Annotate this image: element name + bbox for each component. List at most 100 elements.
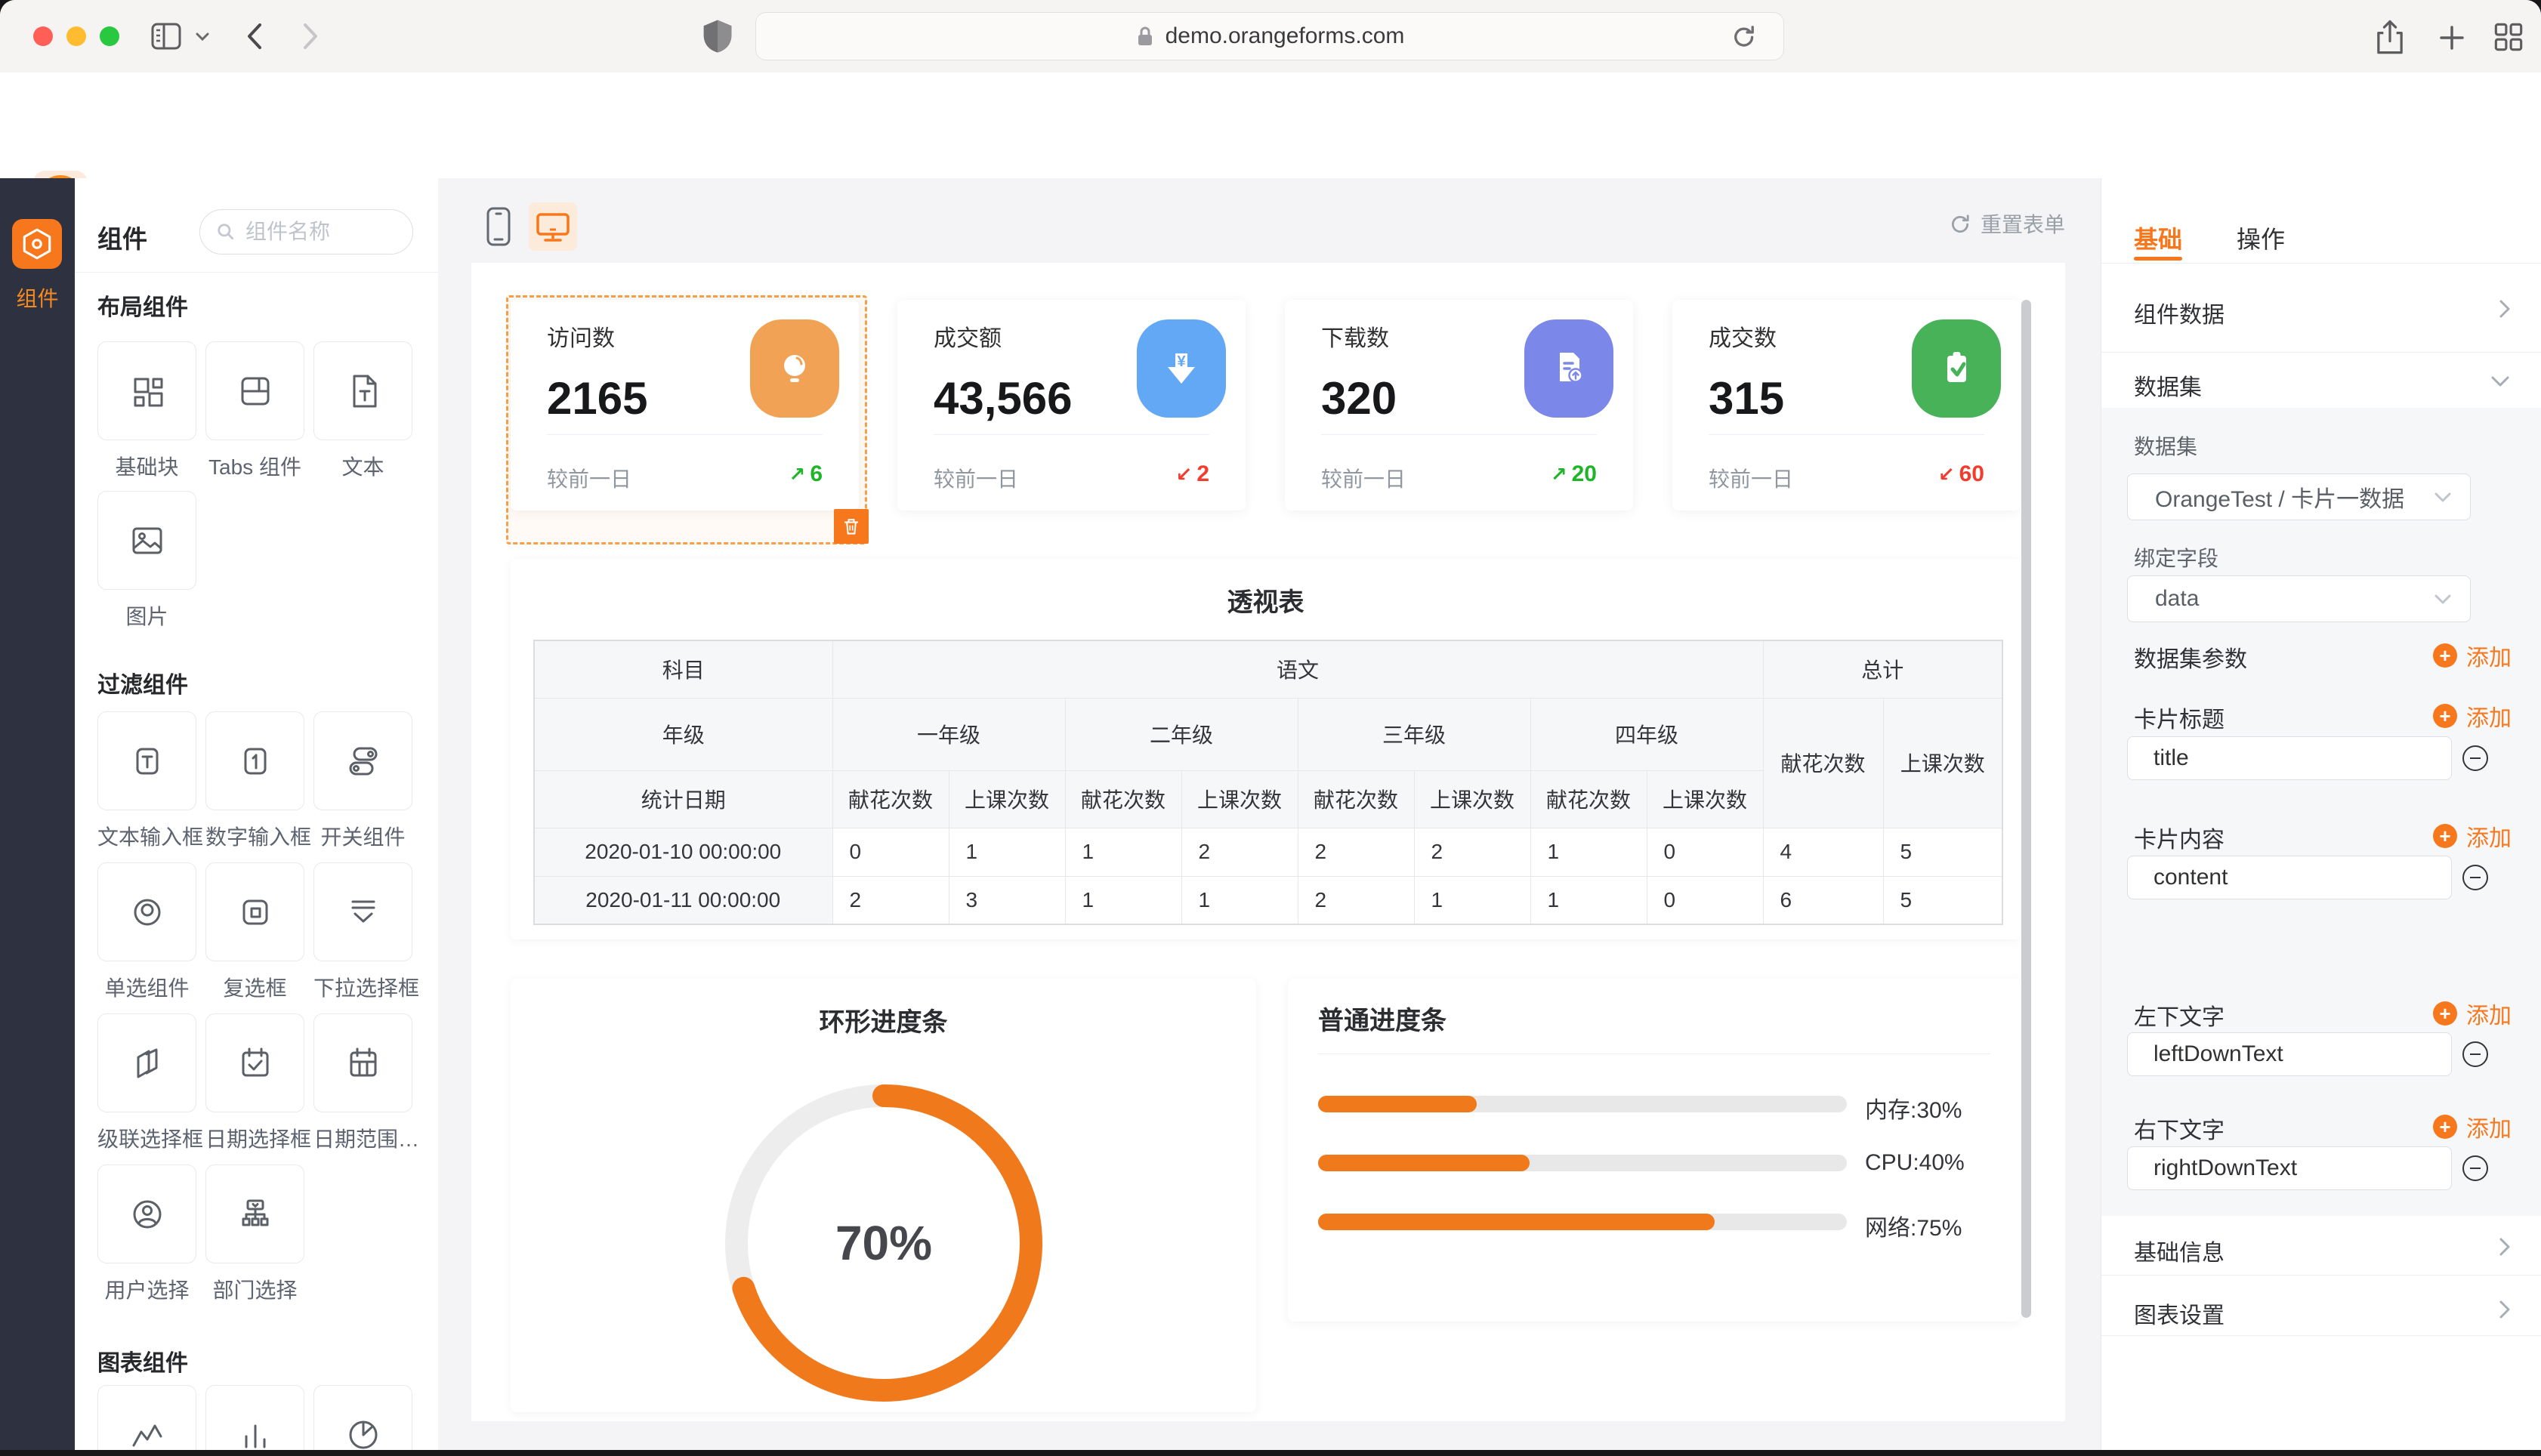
component-item-select[interactable]: 下拉选择框 (313, 862, 412, 1002)
card-content-input[interactable] (2127, 856, 2452, 899)
input-text-icon (126, 740, 168, 782)
reload-icon[interactable] (1730, 23, 1757, 50)
svg-text:¥: ¥ (1177, 353, 1186, 370)
component-item-basic-block[interactable]: 基础块 (97, 341, 196, 481)
component-item-date-picker[interactable]: 日期选择框 (205, 1013, 304, 1153)
pivot-cell: 5 (1883, 828, 2002, 876)
pivot-cell: 1 (1181, 876, 1298, 924)
add-card-title-button[interactable]: + 添加 (2433, 699, 2512, 733)
back-icon[interactable] (243, 21, 266, 51)
pivot-header-cell: 统计日期 (534, 770, 832, 828)
desktop-preview-toggle[interactable] (529, 202, 577, 251)
remove-right-down-text-button[interactable] (2462, 1155, 2488, 1181)
forward-icon[interactable] (299, 21, 322, 51)
component-item-switch[interactable]: 开关组件 (313, 711, 412, 851)
tab-overview-icon[interactable] (2490, 18, 2527, 56)
bind-field-select[interactable]: data (2127, 575, 2471, 622)
share-icon[interactable] (2370, 17, 2410, 56)
component-item-dept-select[interactable]: 部门选择 (205, 1164, 304, 1304)
component-item-text[interactable]: 文本 (313, 341, 412, 481)
component-item-pie-chart[interactable] (313, 1385, 412, 1450)
stat-card-visits[interactable]: 访问数 2165 较前一日 ↗ 6 (511, 300, 859, 511)
left-down-text-input[interactable] (2127, 1032, 2452, 1076)
file-upload-icon (1524, 319, 1613, 418)
pivot-cell: 0 (1647, 828, 1763, 876)
progress-label: 网络:75% (1865, 1209, 1962, 1242)
progress-label: CPU:40% (1865, 1150, 1965, 1176)
component-item-text-input[interactable]: 文本输入框 (97, 711, 196, 851)
component-item-tabs[interactable]: Tabs 组件 (205, 341, 304, 481)
chevron-down-icon[interactable] (2489, 375, 2512, 388)
browser-chrome: demo.orangeforms.com (0, 0, 2541, 73)
right-down-text-label: 右下文字 (2134, 1112, 2225, 1145)
component-item-date-range[interactable]: 日期范围… (313, 1013, 412, 1153)
add-dataset-param-button[interactable]: + 添加 (2433, 639, 2512, 672)
plus-circle-icon: + (2433, 1115, 2457, 1139)
ring-progress-card[interactable]: 环形进度条 70% (511, 979, 1256, 1412)
add-card-content-button[interactable]: + 添加 (2433, 819, 2512, 853)
card-title-input[interactable] (2127, 736, 2452, 780)
add-right-down-text-button[interactable]: + 添加 (2433, 1110, 2512, 1143)
zoom-window-button[interactable] (100, 26, 119, 46)
rail-components-button[interactable] (12, 219, 62, 269)
divider (2101, 1335, 2541, 1336)
stat-card-turnover[interactable]: 成交额 43,566 ¥ 较前一日 ↙ 2 (897, 300, 1246, 511)
section-basic-info[interactable]: 基础信息 (2134, 1234, 2225, 1267)
component-item-line-chart[interactable] (97, 1385, 196, 1450)
chevron-down-icon[interactable] (195, 32, 210, 42)
search-icon (217, 223, 235, 241)
component-item-cascade[interactable]: 级联选择框 (97, 1013, 196, 1153)
component-item-user-select[interactable]: 用户选择 (97, 1164, 196, 1304)
delete-component-button[interactable] (834, 509, 869, 544)
form-sheet: 访问数 2165 较前一日 ↗ 6 (471, 263, 2065, 1421)
pivot-date-cell: 2020-01-11 00:00:00 (534, 876, 832, 924)
pivot-cell: 2 (1298, 828, 1414, 876)
new-tab-icon[interactable] (2434, 20, 2470, 56)
pivot-cell: 2 (1298, 876, 1414, 924)
component-item-image[interactable]: 图片 (97, 491, 196, 631)
component-search[interactable] (199, 209, 413, 254)
stat-card-deals[interactable]: 成交数 315 较前一日 ↙ 60 (1672, 300, 2021, 511)
chart-line-icon (126, 1414, 168, 1451)
mobile-preview-icon[interactable] (483, 207, 514, 246)
progress-bars-card[interactable]: 普通进度条 内存:30% CPU:40% 网络:75% (1288, 979, 2021, 1322)
reset-form-button[interactable]: 重置表单 (1949, 208, 2065, 239)
progress-fill (1318, 1096, 1477, 1112)
section-component-data[interactable]: 组件数据 (2134, 296, 2225, 329)
component-search-input[interactable] (244, 219, 398, 245)
dataset-select[interactable]: OrangeTest / 卡片一数据 (2127, 474, 2471, 520)
pivot-cell: 1 (1414, 876, 1530, 924)
url-bar[interactable]: demo.orangeforms.com (755, 12, 1784, 60)
remove-card-title-button[interactable] (2462, 745, 2488, 771)
canvas-scrollbar[interactable] (2021, 300, 2031, 1318)
component-item-number-input[interactable]: 数字输入框 (205, 711, 304, 851)
remove-left-down-text-button[interactable] (2462, 1041, 2488, 1067)
pivot-header-cell: 献花次数 (1530, 770, 1647, 828)
stat-card-downloads[interactable]: 下载数 320 较前一日 ↗ 20 (1285, 300, 1633, 511)
component-item-bar-chart[interactable] (205, 1385, 304, 1450)
section-label-filter: 过滤组件 (97, 666, 188, 699)
right-down-text-input[interactable] (2127, 1146, 2452, 1190)
close-window-button[interactable] (33, 26, 53, 46)
sidebar-toggle-icon[interactable] (150, 20, 186, 53)
privacy-shield-icon[interactable] (702, 19, 733, 54)
pivot-cell: 0 (1647, 876, 1763, 924)
progress-label: 内存:30% (1865, 1091, 1962, 1124)
pivot-cell: 3 (949, 876, 1065, 924)
remove-card-content-button[interactable] (2462, 865, 2488, 890)
add-left-down-text-button[interactable]: + 添加 (2433, 997, 2512, 1030)
chevron-right-icon[interactable] (2498, 1298, 2512, 1321)
chevron-right-icon[interactable] (2498, 1235, 2512, 1258)
section-chart-settings[interactable]: 图表设置 (2134, 1297, 2225, 1330)
component-item-checkbox[interactable]: 复选框 (205, 862, 304, 1002)
section-dataset[interactable]: 数据集 (2134, 369, 2202, 402)
minimize-window-button[interactable] (66, 26, 86, 46)
clipboard-check-icon (1912, 319, 2001, 418)
tab-actions[interactable]: 操作 (2237, 221, 2285, 255)
pivot-table-card[interactable]: 透视表 科目 语文 总计 年级 一年级 二年级 (511, 559, 2021, 939)
chevron-right-icon[interactable] (2498, 298, 2512, 320)
component-item-radio[interactable]: 单选组件 (97, 862, 196, 1002)
checkbox-icon (234, 891, 276, 933)
pivot-header-cell: 二年级 (1065, 698, 1298, 770)
tab-basic[interactable]: 基础 (2134, 221, 2182, 255)
